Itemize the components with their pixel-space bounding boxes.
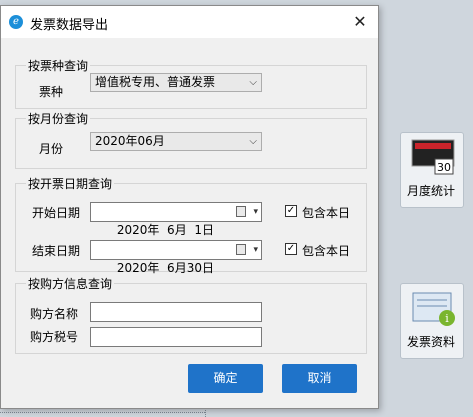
invoice-info-icon: i [412, 292, 455, 326]
chevron-down-icon: ⌵ [249, 136, 257, 147]
monthly-stats-label: 月度统计 [407, 184, 456, 198]
month-label: 月份 [39, 142, 64, 156]
svg-text:i: i [445, 312, 449, 325]
dialog-titlebar[interactable]: ℯ 发票数据导出 ✕ [1, 6, 378, 38]
month-value: 2020年06月 [95, 134, 165, 148]
export-dialog: ℯ 发票数据导出 ✕ 按票种查询 票种 增值税专用、普通发票 ⌵ 按月份查询 月… [0, 5, 379, 409]
buyer-name-input[interactable] [90, 302, 262, 322]
calendar-icon[interactable] [236, 206, 246, 217]
issue-date-group-title: 按开票日期查询 [26, 175, 115, 192]
start-date-value: 2020年 6月 1日 [116, 223, 214, 237]
calendar-icon[interactable] [236, 244, 246, 255]
close-icon[interactable]: ✕ [348, 10, 372, 34]
checkbox-checked-icon[interactable]: ✓ [285, 243, 297, 255]
end-date-picker[interactable]: 2020年 6月30日 ▾ [90, 240, 262, 275]
buyer-info-group-title: 按购方信息查询 [26, 275, 115, 292]
start-include-label: 包含本日 [302, 206, 351, 220]
buyer-name-label: 购方名称 [30, 307, 79, 321]
issue-date-group: 按开票日期查询 开始日期 2020年 6月 1日 ▾ ✓ 包含本日 结束日期 2… [15, 175, 367, 275]
buyer-tax-label: 购方税号 [30, 330, 79, 344]
end-date-value: 2020年 6月30日 [116, 261, 214, 275]
month-group: 按月份查询 月份 2020年06月 ⌵ [15, 110, 367, 169]
invoice-type-group-title: 按票种查询 [26, 57, 91, 74]
app-icon: ℯ [9, 15, 23, 29]
invoice-info-label: 发票资料 [407, 335, 456, 349]
month-select[interactable]: 2020年06月 ⌵ [90, 132, 262, 151]
checkbox-checked-icon[interactable]: ✓ [285, 205, 297, 217]
dialog-title: 发票数据导出 [30, 18, 109, 33]
monthly-calendar-icon: 30 [411, 139, 455, 175]
invoice-type-group: 按票种查询 票种 增值税专用、普通发票 ⌵ [15, 57, 367, 109]
monthly-calendar-badge: 30 [437, 161, 451, 174]
invoice-type-value: 增值税专用、普通发票 [95, 75, 216, 89]
buyer-info-group: 按购方信息查询 购方名称 购方税号 [15, 275, 367, 354]
start-date-picker[interactable]: 2020年 6月 1日 ▾ [90, 202, 262, 237]
chevron-down-icon: ⌵ [249, 77, 257, 88]
start-date-label: 开始日期 [32, 206, 81, 220]
invoice-type-label: 票种 [39, 85, 64, 99]
invoice-type-select[interactable]: 增值税专用、普通发票 ⌵ [90, 73, 262, 92]
chevron-down-icon[interactable]: ▾ [253, 203, 258, 221]
month-group-title: 按月份查询 [26, 110, 91, 127]
end-include-label: 包含本日 [302, 244, 351, 258]
cancel-button[interactable]: 取消 [282, 364, 357, 393]
background-divider [0, 412, 205, 413]
confirm-button[interactable]: 确定 [188, 364, 263, 393]
chevron-down-icon[interactable]: ▾ [253, 241, 258, 259]
buyer-tax-input[interactable] [90, 327, 262, 347]
invoice-info-tile[interactable]: i 发票资料 [400, 283, 464, 359]
monthly-stats-tile[interactable]: 30 月度统计 [400, 132, 464, 208]
end-date-label: 结束日期 [32, 244, 81, 258]
